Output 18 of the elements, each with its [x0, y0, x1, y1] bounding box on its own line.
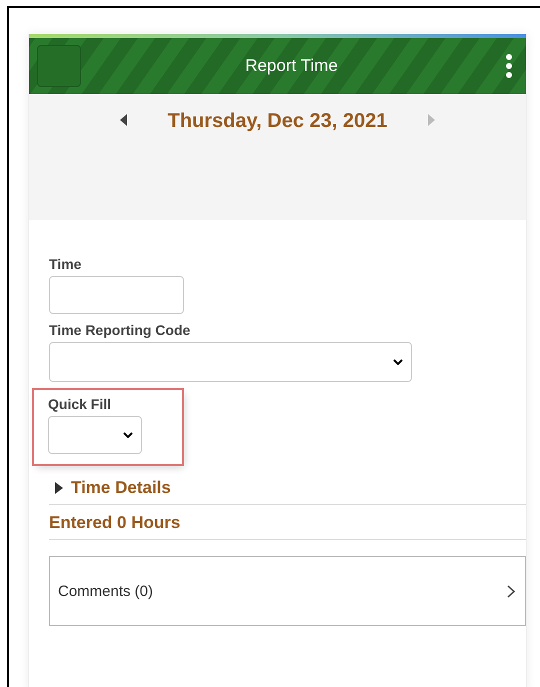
- home-button[interactable]: [37, 45, 81, 87]
- time-details-toggle[interactable]: Time Details: [49, 472, 526, 505]
- chevron-down-icon: [123, 432, 133, 438]
- triangle-icon: [55, 482, 63, 494]
- chevron-right-icon: [507, 584, 515, 598]
- time-input[interactable]: [49, 276, 184, 314]
- date-heading: Thursday, Dec 23, 2021: [168, 110, 388, 133]
- entered-hours: Entered 0 Hours: [49, 505, 526, 540]
- triangle-left-icon: [120, 114, 128, 126]
- comments-row[interactable]: Comments (0): [49, 556, 526, 626]
- select-field[interactable]: [49, 342, 412, 382]
- triangle-right-icon: [427, 114, 436, 126]
- select-field[interactable]: [48, 416, 142, 454]
- field-label: Time Reporting Code: [49, 322, 192, 338]
- field-label: Time: [49, 256, 82, 272]
- field-label: Quick Fill: [48, 396, 112, 412]
- chevron-down-icon: [393, 359, 403, 365]
- page-title: Report Time: [245, 56, 338, 76]
